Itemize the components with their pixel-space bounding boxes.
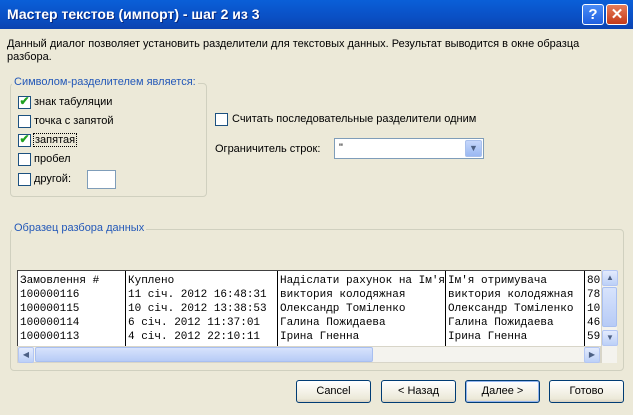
space-label[interactable]: пробел	[34, 153, 71, 165]
preview-row: 100000113 4 січ. 2012 22:10:11 Ірина Гненн…	[18, 330, 602, 344]
close-icon: ✕	[610, 6, 624, 23]
chevron-down-icon[interactable]: ▼	[465, 140, 482, 157]
tab-checkbox[interactable]: ✔	[18, 94, 31, 109]
scroll-down-icon[interactable]: ▼	[602, 330, 618, 346]
preview-legend: Образец разбора данных	[12, 222, 147, 234]
preview-cell: Ірина Гненна	[448, 331, 528, 343]
preview-cell: Ірина Гненна	[280, 331, 360, 343]
scroll-up-icon[interactable]: ▲	[602, 270, 618, 286]
tab-label[interactable]: знак табуляции	[34, 96, 112, 108]
next-button[interactable]: Далее >	[465, 380, 540, 403]
preview-cell: 10 січ. 2012 13:38:53	[128, 303, 267, 315]
consecutive-checkbox[interactable]	[215, 113, 228, 126]
other-delimiter-input[interactable]	[87, 170, 116, 189]
text-qualifier-select[interactable]: " ▼	[334, 138, 484, 159]
vertical-scroll-thumb[interactable]	[602, 287, 617, 327]
preview-cell: 11 січ. 2012 16:48:31	[128, 289, 267, 301]
preview-header-row: Замовлення # Куплено Надіслати рахунок на …	[18, 274, 602, 288]
preview-cell: Замовлення #	[20, 275, 100, 287]
close-button[interactable]: ✕	[606, 4, 628, 25]
cancel-button[interactable]: Cancel	[296, 380, 371, 403]
preview-row: 100000116 11 січ. 2012 16:48:31 виктория к…	[18, 288, 602, 302]
preview-cell: Ім'я отримувача	[448, 275, 548, 287]
preview-cell: Галина Пожидаева	[280, 317, 386, 329]
preview-cell: Надіслати рахунок на Ім'я	[280, 275, 445, 287]
preview-vertical-scrollbar[interactable]: ▲ ▼	[601, 270, 618, 363]
preview-table[interactable]: Замовлення # Куплено Надіслати рахунок на …	[17, 270, 603, 347]
scroll-right-icon[interactable]: ▶	[584, 347, 600, 363]
preview-cell: 4 січ. 2012 22:10:11	[128, 331, 261, 343]
preview-cell: Олександр Томіленко	[280, 303, 406, 315]
semicolon-checkbox[interactable]	[18, 115, 31, 128]
window-title: Мастер текстов (импорт) - шаг 2 из 3	[7, 6, 260, 22]
preview-row: 100000115 10 січ. 2012 13:38:53 Олександр …	[18, 302, 602, 316]
consecutive-label[interactable]: Считать последовательные разделители одн…	[232, 113, 476, 125]
preview-row: 100000114 6 січ. 2012 11:37:01 Галина Пожи…	[18, 316, 602, 330]
preview-cell: 100000114	[20, 317, 80, 329]
checkmark-icon: ✔	[19, 132, 30, 146]
text-qualifier-label: Ограничитель строк:	[215, 143, 321, 155]
other-label[interactable]: другой:	[34, 173, 71, 185]
comma-label[interactable]: запятая	[33, 133, 78, 147]
help-button[interactable]: ?	[582, 4, 604, 25]
horizontal-scroll-thumb[interactable]	[35, 347, 373, 362]
preview-cell: Галина Пожидаева	[448, 317, 554, 329]
preview-cell: 100000113	[20, 331, 80, 343]
preview-cell: 100000116	[20, 289, 80, 301]
preview-horizontal-scrollbar[interactable]: ◀ ▶	[17, 346, 601, 363]
checkmark-icon: ✔	[19, 94, 30, 108]
comma-checkbox[interactable]: ✔	[18, 132, 31, 147]
title-bar: Мастер текстов (импорт) - шаг 2 из 3 ? ✕	[0, 0, 633, 29]
other-checkbox[interactable]	[18, 173, 31, 186]
scroll-left-icon[interactable]: ◀	[18, 347, 34, 363]
finish-button[interactable]: Готово	[549, 380, 624, 403]
preview-cell: виктория колодяжная	[448, 289, 574, 301]
semicolon-label[interactable]: точка с запятой	[34, 115, 114, 127]
preview-cell: Олександр Томіленко	[448, 303, 574, 315]
help-icon: ?	[588, 6, 598, 23]
preview-cell: Куплено	[128, 275, 175, 287]
preview-cell: виктория колодяжная	[280, 289, 406, 301]
text-qualifier-value: "	[339, 142, 343, 154]
preview-cell: 6 січ. 2012 11:37:01	[128, 317, 261, 329]
delimiters-legend: Символом-разделителем является:	[12, 76, 198, 88]
space-checkbox[interactable]	[18, 153, 31, 166]
preview-cell: 100000115	[20, 303, 80, 315]
back-button[interactable]: < Назад	[381, 380, 456, 403]
dialog-description: Данный диалог позволяет установить разде…	[7, 38, 580, 63]
